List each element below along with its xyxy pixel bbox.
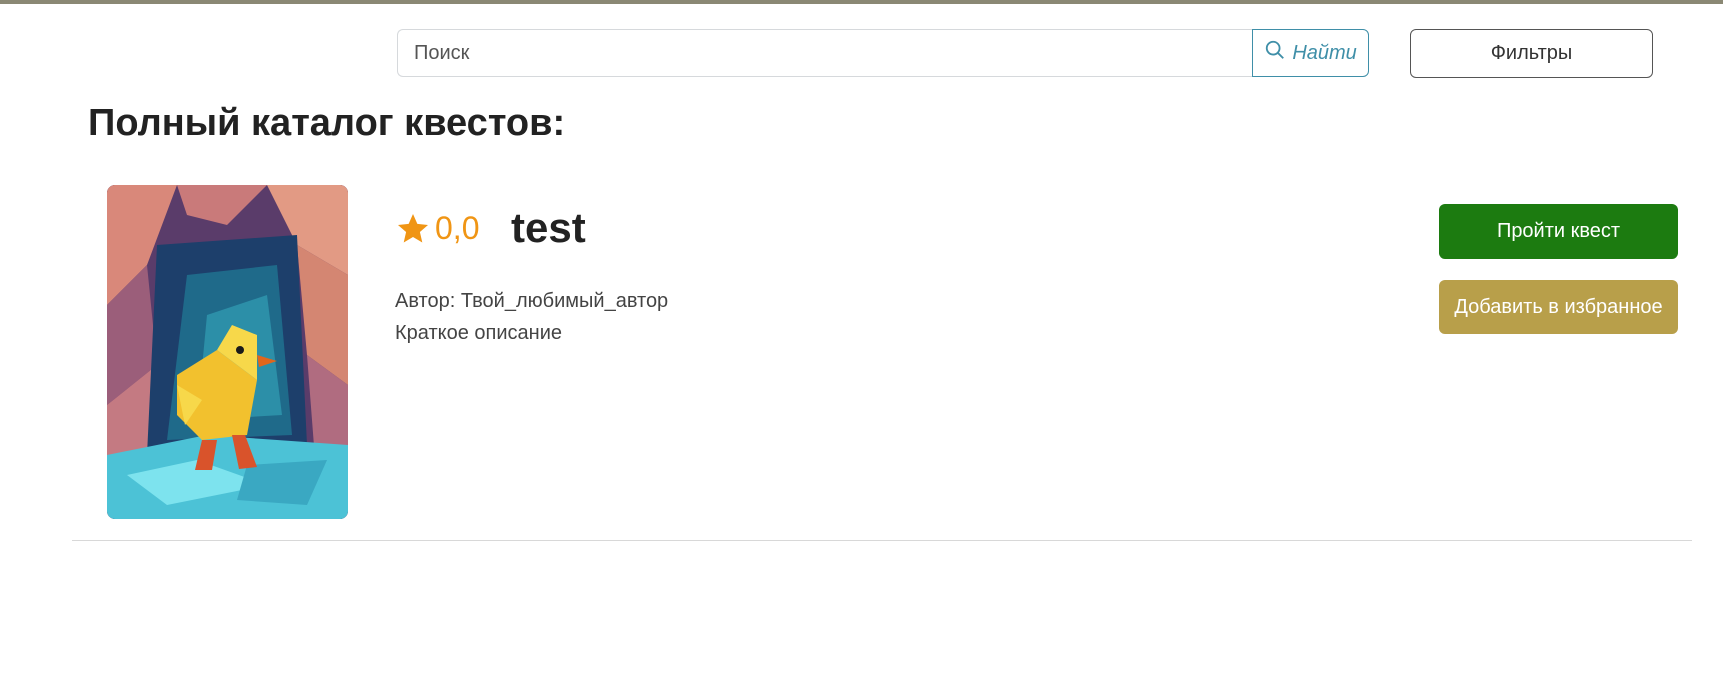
- star-icon: [395, 211, 431, 247]
- top-border: [0, 0, 1723, 4]
- add-to-favorites-button[interactable]: Добавить в избранное: [1439, 280, 1678, 334]
- quest-card: 0,0 test Автор: Твой_любимый_автор Кратк…: [72, 170, 1692, 541]
- filters-button[interactable]: Фильтры: [1410, 29, 1653, 78]
- page-title: Полный каталог квестов:: [88, 102, 566, 144]
- search-icon: [1264, 39, 1286, 67]
- rating-value: 0,0: [435, 210, 480, 246]
- quest-cover-image[interactable]: [107, 185, 348, 519]
- quest-description: Краткое описание: [395, 322, 562, 344]
- search-button[interactable]: Найти: [1252, 29, 1369, 77]
- quest-rating: 0,0: [395, 210, 479, 247]
- quest-title[interactable]: test: [511, 204, 586, 252]
- search-bar: Найти: [397, 29, 1369, 77]
- search-button-label: Найти: [1292, 41, 1357, 64]
- search-input[interactable]: [397, 29, 1253, 77]
- quest-author: Автор: Твой_любимый_автор: [395, 290, 669, 312]
- start-quest-button[interactable]: Пройти квест: [1439, 204, 1678, 259]
